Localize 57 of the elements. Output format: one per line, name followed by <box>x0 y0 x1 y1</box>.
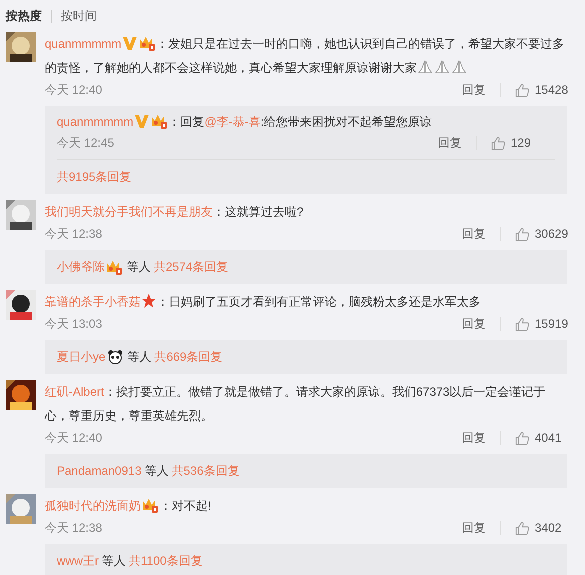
comment-time: 今天 13:03 <box>45 316 102 333</box>
like-count: 15428 <box>535 82 568 99</box>
reply-text: quanmmmmm ：回复@李-恭-喜:给您带来困扰对不起希望您原谅 <box>57 113 434 131</box>
praying-hands-icon <box>435 60 450 74</box>
crown-badge-icon <box>106 260 123 274</box>
star-icon <box>142 294 156 308</box>
sort-tab[interactable]: 按热度 <box>6 7 42 25</box>
verified-v-icon <box>134 115 149 128</box>
sort-tab[interactable]: 按时间 <box>61 7 97 25</box>
like-count: 3402 <box>535 520 562 537</box>
comment-text: quanmmmmm ：发姐只是在过去一时的口嗨，她也认识到自己的错误了，希望大家不要过多的责怪，了解她的人都不会这样说她，真心希望大家理解原谅谢谢大家 <box>45 35 566 77</box>
replier-link[interactable]: 小佛爷陈 <box>57 258 105 276</box>
replier-link[interactable]: 夏日小ye <box>57 348 106 366</box>
praying-hands-icon <box>452 60 467 74</box>
comment-text: 孤独时代的洗面奶 ：对不起! <box>45 497 212 515</box>
praying-hands-icon <box>418 60 433 74</box>
comment-time: 今天 12:45 <box>57 135 114 152</box>
panda-icon <box>108 350 123 364</box>
comment-text: 红矶-Albert：挨打要立正。做错了就是做错了。请求大家的原谅。我们67373以后一定会谨记于心，尊重历史，尊重英雄先烈。 <box>45 384 547 425</box>
comment-time: 今天 12:40 <box>45 82 102 99</box>
reply-link[interactable]: 回复 <box>462 225 486 243</box>
view-replies-link[interactable]: 共2574条回复 <box>154 258 229 276</box>
thumbs-up-icon[interactable] <box>491 136 506 150</box>
like-count: 129 <box>511 135 532 152</box>
crown-badge-icon <box>138 36 156 51</box>
comment-time: 今天 12:40 <box>45 430 102 447</box>
like-count: 15919 <box>535 316 568 333</box>
others-label: 等人 <box>102 553 126 570</box>
reply-link[interactable]: 回复 <box>462 81 486 99</box>
view-replies-link[interactable]: 共536条回复 <box>172 462 240 480</box>
mention-link[interactable]: @李-恭-喜 <box>204 115 261 129</box>
replier-link[interactable]: www王r <box>57 552 99 570</box>
reply-link[interactable]: 回复 <box>462 429 486 447</box>
thumbs-up-icon[interactable] <box>515 520 530 536</box>
comment-time: 今天 12:38 <box>45 520 102 537</box>
reply-link[interactable]: 回复 <box>462 519 486 537</box>
view-replies-link[interactable]: 共669条回复 <box>154 348 223 366</box>
view-replies-link[interactable]: 共9195条回复 <box>57 168 132 186</box>
thumbs-up-icon[interactable] <box>515 316 530 332</box>
crown-badge-icon <box>142 498 159 513</box>
comment-time: 今天 12:38 <box>45 226 102 243</box>
like-count: 30629 <box>535 226 568 243</box>
reply-link[interactable]: 回复 <box>462 315 486 333</box>
comment-text: 靠谱的杀手小香菇 ：日妈刷了五页才看到有正常评论，脑残粉太多还是水军太多 <box>45 293 482 311</box>
crown-badge-icon <box>150 114 168 129</box>
view-replies-link[interactable]: 共1100条回复 <box>129 552 203 570</box>
others-label: 等人 <box>144 463 169 480</box>
like-count: 4041 <box>535 430 562 447</box>
comment-text: 我们明天就分手我们不再是朋友：这就算过去啦? <box>45 204 305 221</box>
replier-link[interactable]: Pandaman0913 <box>57 462 142 480</box>
thumbs-up-icon[interactable] <box>515 430 530 446</box>
reply-link[interactable]: 回复 <box>438 134 462 152</box>
thumbs-up-icon[interactable] <box>515 82 530 98</box>
verified-v-icon <box>122 37 137 50</box>
others-label: 等人 <box>127 259 151 276</box>
thumbs-up-icon[interactable] <box>515 226 530 242</box>
others-label: 等人 <box>128 349 152 366</box>
